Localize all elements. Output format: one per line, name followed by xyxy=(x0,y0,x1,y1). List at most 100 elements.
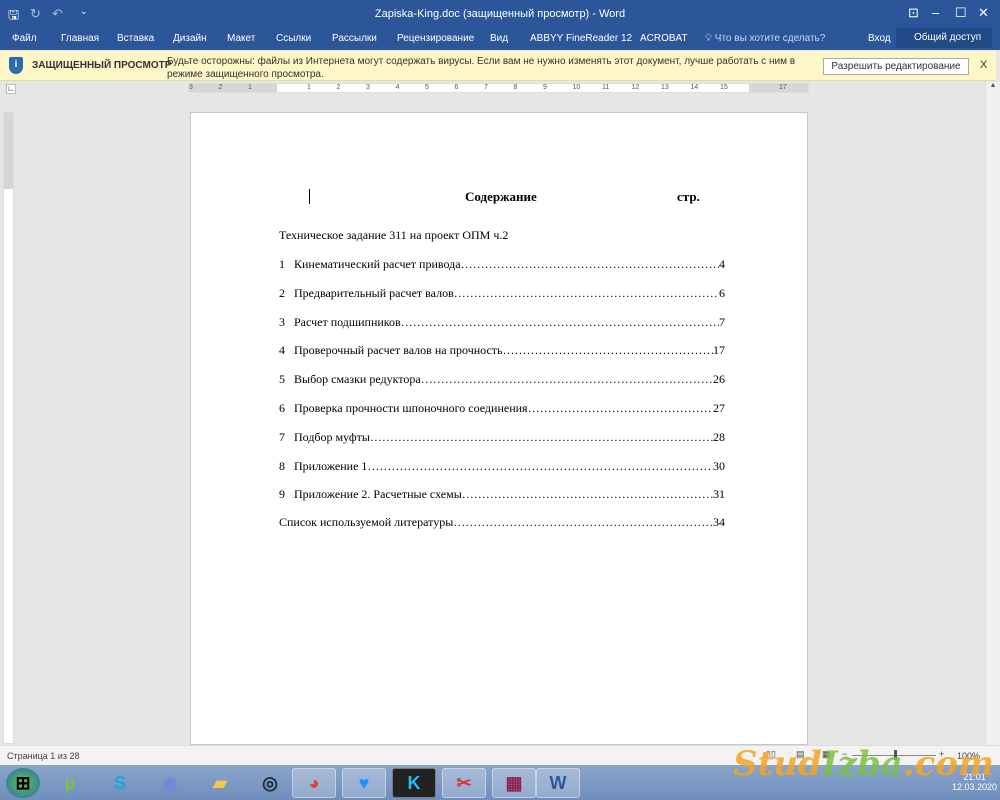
watermark-logo: StudIzba.com xyxy=(733,744,994,784)
protected-view-bar: i ЗАЩИЩЕННЫЙ ПРОСМОТР Будьте осторожны: … xyxy=(0,51,996,81)
kompas-icon[interactable]: K xyxy=(392,768,436,798)
vertical-ruler[interactable] xyxy=(3,112,14,744)
toc-page: 34 xyxy=(713,515,725,529)
ribbon-options-icon[interactable]: ⊡ xyxy=(908,5,919,21)
text-cursor xyxy=(309,189,310,204)
heart-app-icon[interactable]: ♥ xyxy=(342,768,386,798)
toc-entry[interactable]: 9 Приложение 2. Расчетные схемы 31 xyxy=(279,487,725,502)
share-label: Общий доступ xyxy=(914,32,982,43)
toc-number: 8 xyxy=(279,458,285,473)
tab-view[interactable]: Вид xyxy=(490,33,508,44)
ruler-mark: 7 xyxy=(484,84,488,91)
toc-page: 17 xyxy=(713,343,725,358)
ruler-mark: 12 xyxy=(631,84,640,91)
ruler-mark: 3 xyxy=(366,84,370,91)
enable-editing-button[interactable]: Разрешить редактирование xyxy=(823,58,969,75)
ruler-mark: 5 xyxy=(425,84,429,91)
ruler-mark: 9 xyxy=(543,84,547,91)
tab-mailings[interactable]: Рассылки xyxy=(332,33,377,44)
tab-references[interactable]: Ссылки xyxy=(276,33,311,44)
toc-number: 7 xyxy=(279,429,285,444)
ruler-mark: 2 xyxy=(336,84,341,91)
toc-entry[interactable]: 8 Приложение 1 30 xyxy=(279,459,725,474)
toc-title: Список используемой литературы xyxy=(279,515,454,529)
toc-entry[interactable]: 6 Проверка прочности шпоночного соединени… xyxy=(279,401,725,416)
toc-page: 31 xyxy=(713,487,725,502)
toc-page: 28 xyxy=(713,429,725,444)
ruler-mark: 4 xyxy=(395,84,400,91)
close-icon[interactable]: ✕ xyxy=(978,5,989,21)
tab-acrobat[interactable]: ACROBAT xyxy=(640,33,688,44)
toc-title: Приложение 2. Расчетные схемы xyxy=(294,487,462,502)
toc-number: 3 xyxy=(279,314,285,329)
signin-link[interactable]: Вход xyxy=(868,33,891,44)
explorer-icon[interactable]: ▰ xyxy=(198,768,242,798)
toc-entry[interactable]: 4 Проверочный расчет валов на прочность 17 xyxy=(279,343,725,358)
toc-page: 6 xyxy=(719,285,725,300)
tab-home[interactable]: Главная xyxy=(61,33,99,44)
ruler-mark: 11 xyxy=(602,84,610,91)
toc-number: 4 xyxy=(279,343,285,358)
ruler-mark: 6 xyxy=(454,84,459,91)
ruler-mark: 14 xyxy=(690,84,699,91)
ruler-mark: 15 xyxy=(720,84,728,91)
toc-title: Подбор муфты xyxy=(294,429,370,444)
steam-icon[interactable]: ◎ xyxy=(248,768,292,798)
utorrent-icon[interactable]: µ xyxy=(48,768,92,798)
toc-title: Проверочный расчет валов на прочность xyxy=(294,343,503,358)
winrar-icon[interactable]: ▦ xyxy=(492,768,536,798)
ruler-mark: 10 xyxy=(572,84,581,91)
toc-entry[interactable]: 2 Предварительный расчет валов 6 xyxy=(279,286,725,301)
toc-heading: Содержание xyxy=(465,189,537,204)
ruler-mark: 17 xyxy=(779,84,787,91)
ruler-mark: 3 xyxy=(189,84,193,91)
document-page[interactable]: Содержание стр. Техническое задание 311 … xyxy=(190,112,808,745)
toc-title: Приложение 1 xyxy=(294,458,368,473)
chrome-icon[interactable]: ◕ xyxy=(292,768,336,798)
ruler-mark: 1 xyxy=(248,84,252,91)
page-column-heading: стр. xyxy=(677,189,700,204)
toc-title: Проверка прочности шпоночного соединения xyxy=(294,401,528,415)
toc-entry[interactable]: 7 Подбор муфты 28 xyxy=(279,430,725,445)
vertical-scrollbar[interactable]: ▲ xyxy=(985,82,1000,745)
tell-me-text: Что вы хотите сделать? xyxy=(714,33,826,44)
toc-entry[interactable]: 1 Кинематический расчет привода 4 xyxy=(279,257,725,272)
toc-number: 6 xyxy=(279,401,285,415)
toc-number: 9 xyxy=(279,487,285,502)
protected-view-message: Будьте осторожны: файлы из Интернета мог… xyxy=(167,56,796,80)
ruler-mark: 13 xyxy=(661,84,669,91)
lightbulb-icon: 💡︎ xyxy=(705,33,712,44)
ruler-mark: 1 xyxy=(307,84,311,91)
tab-design[interactable]: Дизайн xyxy=(173,33,207,44)
ruler-mark: 2 xyxy=(218,84,223,91)
toc-entry-bibliography[interactable]: Список используемой литературы 34 xyxy=(279,515,725,530)
toc-page: 7 xyxy=(719,314,725,329)
watermark-part-1: Stud xyxy=(733,744,822,784)
toc-number: 5 xyxy=(279,372,285,387)
toc-intro: Техническое задание 311 на проект ОПМ ч.… xyxy=(279,228,509,242)
page-count[interactable]: Страница 1 из 28 xyxy=(7,751,79,761)
toc-entry[interactable]: 5 Выбор смазки редуктора 26 xyxy=(279,372,725,387)
tab-insert[interactable]: Вставка xyxy=(117,33,154,44)
skype-icon[interactable]: S xyxy=(98,768,142,798)
scroll-up-icon[interactable]: ▲ xyxy=(986,82,1000,89)
tell-me-box[interactable]: 💡︎ Что вы хотите сделать? xyxy=(705,33,825,44)
discord-icon[interactable]: ◉ xyxy=(148,768,192,798)
watermark-part-3: .com xyxy=(902,744,994,784)
share-button[interactable]: Общий доступ xyxy=(896,28,992,48)
horizontal-ruler[interactable]: 3 2 1 1 2 3 4 5 6 7 8 9 10 11 12 13 14 15 17 xyxy=(188,83,809,93)
tab-file[interactable]: Файл xyxy=(12,33,37,44)
tab-abbyy[interactable]: ABBYY FineReader 12 xyxy=(530,33,632,44)
tab-layout[interactable]: Макет xyxy=(227,33,255,44)
tab-selector[interactable]: ∟ xyxy=(6,84,16,94)
toc-entry[interactable]: 3 Расчет подшипников 7 xyxy=(279,315,725,330)
tab-review[interactable]: Рецензирование xyxy=(397,33,474,44)
protected-view-label: ЗАЩИЩЕННЫЙ ПРОСМОТР xyxy=(32,60,172,71)
close-bar-icon[interactable]: X xyxy=(980,59,987,71)
word-icon[interactable]: W xyxy=(536,768,580,798)
toc-title: Выбор смазки редуктора xyxy=(294,372,421,387)
scissors-icon[interactable]: ✂ xyxy=(442,768,486,798)
minimize-icon[interactable]: – xyxy=(932,5,939,20)
maximize-icon[interactable]: ☐ xyxy=(955,5,967,21)
start-button[interactable]: ⊞ xyxy=(6,768,40,798)
